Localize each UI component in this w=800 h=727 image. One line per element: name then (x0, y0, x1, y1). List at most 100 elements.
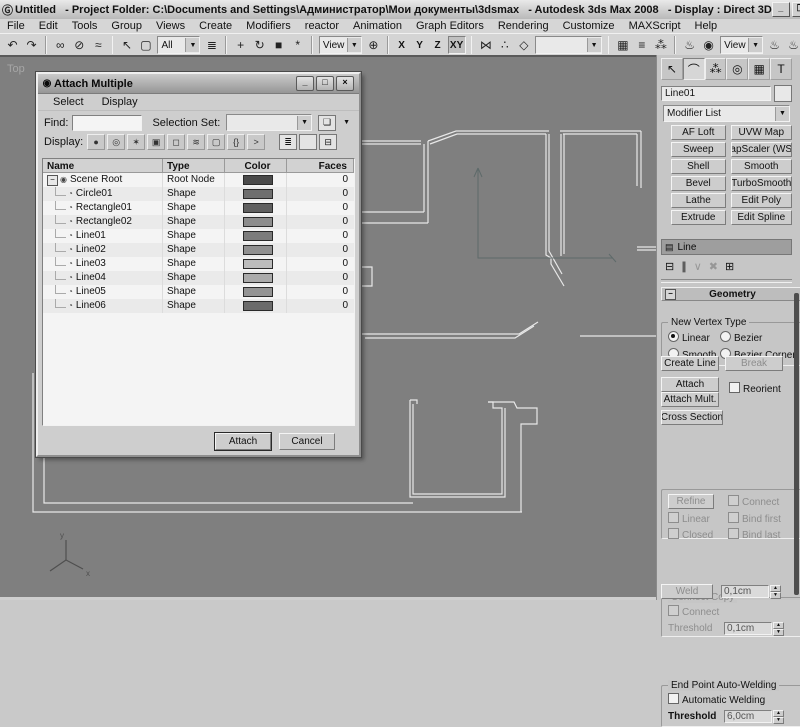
radio-option-bezier[interactable]: Bezier (720, 331, 799, 344)
modifier-button-bevel[interactable]: Bevel (671, 176, 726, 191)
align-icon[interactable]: ◇ (514, 36, 533, 54)
mirror-icon[interactable]: ⋈ (476, 36, 495, 54)
closed-checkbox[interactable] (668, 528, 679, 539)
track-view-icon[interactable]: ▦ (613, 36, 632, 54)
tab-create[interactable]: ↖ (661, 58, 683, 80)
spin-down-icon[interactable]: ▼ (773, 717, 784, 724)
snaps-toggle-icon[interactable]: ∴ (495, 36, 514, 54)
collapse-icon[interactable]: − (665, 289, 676, 300)
restrict-z-button[interactable]: Z (430, 37, 446, 53)
bind-first-checkbox[interactable] (728, 512, 739, 523)
render-iterative-icon[interactable]: ♨ (784, 36, 800, 54)
object-color-swatch[interactable] (243, 245, 273, 255)
dialog-minimize-button[interactable]: _ (296, 76, 314, 91)
tree-collapse-icon[interactable]: − (47, 175, 58, 186)
use-pivot-point-icon[interactable]: ⊕ (364, 36, 383, 54)
select-and-scale-icon[interactable]: ■ (269, 36, 288, 54)
groups-filter-icon[interactable]: ▢ (207, 134, 225, 150)
object-color-swatch[interactable] (243, 217, 273, 227)
tab-display[interactable]: ▦ (748, 58, 770, 80)
xrefs-filter-icon[interactable]: {} (227, 134, 245, 150)
render-setup-icon[interactable]: ♨ (680, 36, 699, 54)
menu-item-file[interactable]: File (0, 19, 32, 33)
auto-weld-threshold-spinner[interactable]: 6,0cm ▲▼ (724, 710, 784, 723)
modifier-button-turbosmooth[interactable]: TurboSmooth (731, 176, 792, 191)
menu-item-rendering[interactable]: Rendering (491, 19, 556, 33)
table-row[interactable]: ◔Rectangle01Shape0 (43, 201, 354, 215)
unlink-selection-icon[interactable]: ⊘ (70, 36, 89, 54)
create-line-button[interactable]: Create Line (661, 356, 719, 371)
object-color-swatch[interactable] (243, 259, 273, 269)
tab-modify[interactable]: ⌒ (683, 58, 705, 80)
layer-manager-icon[interactable]: ≡ (632, 36, 651, 54)
detail-view-icon[interactable]: ⊟ (319, 134, 337, 150)
object-color-swatch[interactable] (774, 85, 792, 102)
restore-button[interactable]: ❐ (792, 2, 800, 17)
radio-icon[interactable] (668, 331, 679, 342)
weld-button[interactable]: Weld (661, 584, 713, 599)
connect-checkbox[interactable] (728, 495, 739, 506)
modifier-button-extrude[interactable]: Extrude (671, 210, 726, 225)
modifier-button-apscaler-ws[interactable]: apScaler (WS (731, 142, 792, 157)
chevron-down-icon[interactable]: ▼ (297, 116, 311, 130)
select-and-link-icon[interactable]: ∞ (51, 36, 70, 54)
menu-item-edit[interactable]: Edit (32, 19, 65, 33)
tab-motion[interactable]: ◎ (726, 58, 748, 80)
modifier-button-sweep[interactable]: Sweep (671, 142, 726, 157)
table-row[interactable]: ◔Line02Shape0 (43, 243, 354, 257)
space-warps-filter-icon[interactable]: ≋ (187, 134, 205, 150)
table-row[interactable]: −◉Scene RootRoot Node0 (43, 173, 354, 187)
object-color-swatch[interactable] (243, 273, 273, 283)
radio-icon[interactable] (720, 331, 731, 342)
modifier-button-uvw-map[interactable]: UVW Map (731, 125, 792, 140)
table-row[interactable]: ◔Line04Shape0 (43, 271, 354, 285)
minimize-button[interactable]: _ (772, 2, 790, 17)
column-header-name[interactable]: Name (43, 159, 163, 173)
shapes-filter-icon[interactable]: ◎ (107, 134, 125, 150)
select-object-icon[interactable]: ↖ (117, 36, 136, 54)
table-row[interactable]: ◔Circle01Shape0 (43, 187, 354, 201)
menu-item-create[interactable]: Create (192, 19, 239, 33)
cross-section-button[interactable]: Cross Section (661, 410, 723, 425)
chevron-down-icon[interactable]: ▼ (185, 38, 199, 52)
list-header[interactable]: NameTypeColorFaces (43, 159, 354, 173)
modifier-stack-item-line[interactable]: ▤ Line (661, 239, 792, 255)
object-color-swatch[interactable] (243, 301, 273, 311)
select-by-name-icon[interactable]: ≣ (202, 36, 221, 54)
menu-item-customize[interactable]: Customize (556, 19, 622, 33)
named-selection-icon[interactable]: ❏ (318, 115, 336, 131)
find-input[interactable] (72, 115, 142, 131)
connect-copy-threshold-spinner[interactable]: 0,1cm ▲▼ (724, 622, 784, 635)
linear-checkbox[interactable] (668, 512, 679, 523)
named-selection-sets-combo[interactable]: ▼ (535, 36, 601, 54)
spin-up-icon[interactable]: ▲ (770, 585, 781, 592)
chevron-down-icon[interactable]: ▼ (748, 38, 762, 52)
panel-scrollbar[interactable] (794, 293, 799, 595)
connect-copy-checkbox[interactable] (668, 605, 679, 616)
selection-filter-combo[interactable]: All▼ (157, 36, 200, 54)
menu-item-reactor[interactable]: reactor (298, 19, 346, 33)
tab-hierarchy[interactable]: ⁂ (705, 58, 727, 80)
cancel-dialog-button[interactable]: Cancel (279, 433, 335, 450)
column-header-color[interactable]: Color (225, 159, 287, 173)
modifier-button-edit-spline[interactable]: Edit Spline (731, 210, 792, 225)
object-color-swatch[interactable] (243, 189, 273, 199)
spin-down-icon[interactable]: ▼ (773, 629, 784, 636)
column-header-faces[interactable]: Faces (287, 159, 354, 173)
modifier-button-smooth[interactable]: Smooth (731, 159, 792, 174)
table-row[interactable]: ◔Line05Shape0 (43, 285, 354, 299)
dialog-close-button[interactable]: × (336, 76, 354, 91)
attach-button[interactable]: Attach (661, 377, 719, 392)
menu-item-animation[interactable]: Animation (346, 19, 409, 33)
select-and-rotate-icon[interactable]: ↻ (250, 36, 269, 54)
object-color-swatch[interactable] (243, 231, 273, 241)
viewport-label[interactable]: Top (7, 63, 25, 75)
lights-filter-icon[interactable]: ✶ (127, 134, 145, 150)
chevron-down-icon[interactable]: ▼ (347, 38, 361, 52)
column-header-type[interactable]: Type (163, 159, 225, 173)
radio-option-linear[interactable]: Linear (668, 331, 720, 344)
rectangular-selection-region-icon[interactable]: ▢ (136, 36, 155, 54)
rendered-frame-window-icon[interactable]: ◉ (699, 36, 718, 54)
restrict-xy-button[interactable]: XY (448, 36, 466, 54)
bind-last-checkbox[interactable] (728, 528, 739, 539)
